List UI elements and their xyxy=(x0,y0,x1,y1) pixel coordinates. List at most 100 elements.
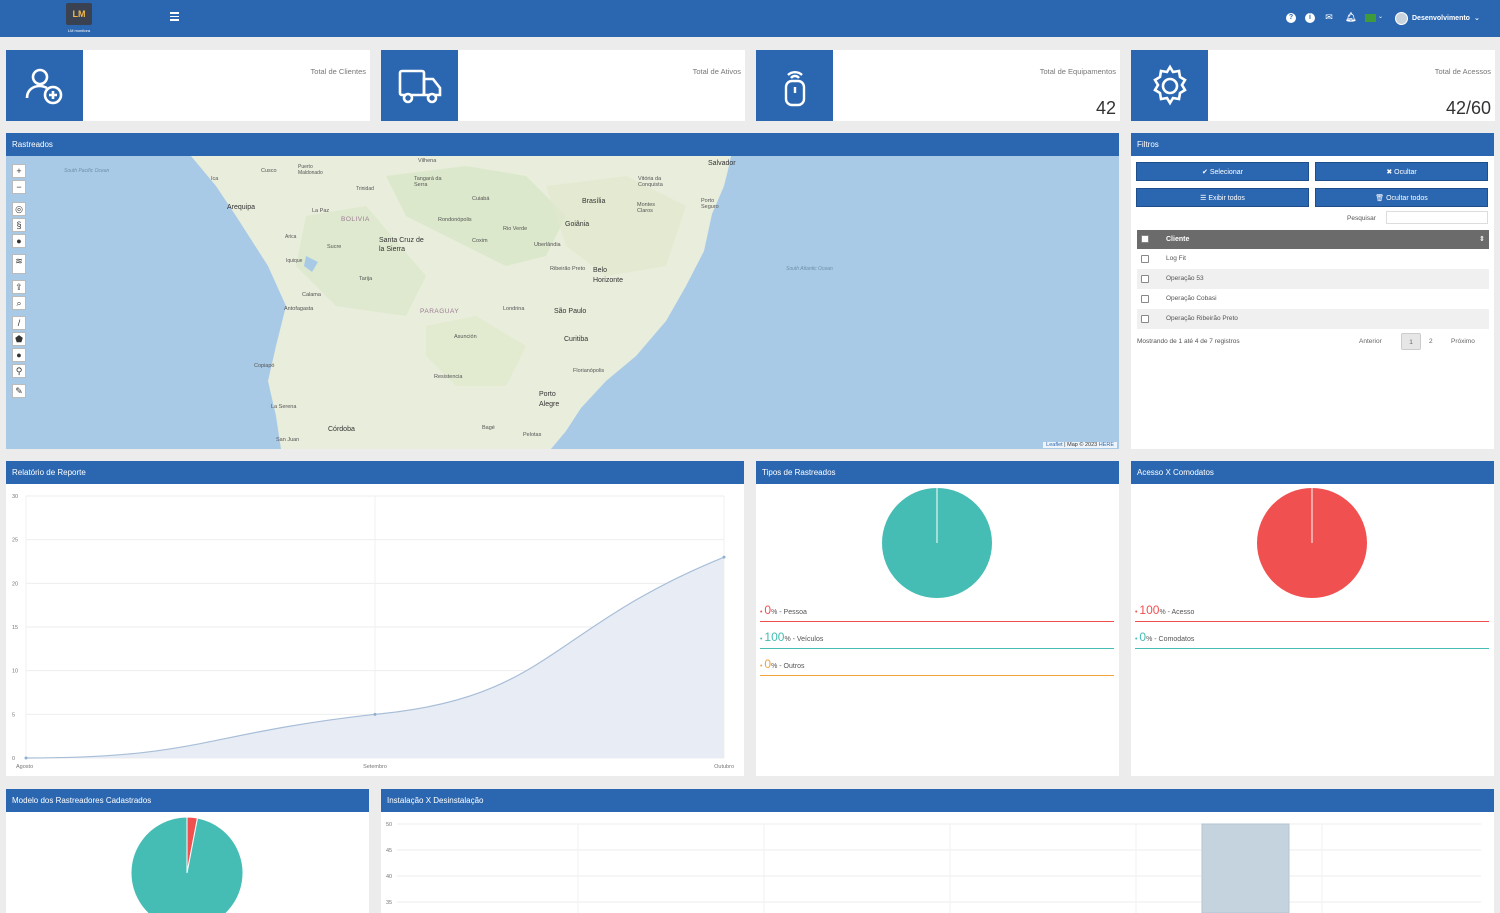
stat-value: 42/60 xyxy=(1445,98,1491,118)
map-label: La Serena xyxy=(271,404,297,410)
bell-icon[interactable]: 🔔︎ xyxy=(1345,12,1356,22)
app-logo[interactable]: LM LM monitora xyxy=(58,3,100,35)
here-link[interactable]: HERE xyxy=(1099,442,1114,448)
show-all-button[interactable]: ☰ Exibir todos xyxy=(1136,188,1309,207)
marker-icon[interactable]: ⚲ xyxy=(12,364,26,378)
column-cliente: Cliente xyxy=(1166,236,1190,243)
pagination-page-1[interactable]: 1 xyxy=(1401,333,1421,350)
map-label: PARAGUAY xyxy=(420,308,460,315)
row-client-name: Operação 53 xyxy=(1166,275,1204,282)
table-row[interactable]: Operação Cobasi xyxy=(1137,289,1489,309)
data-point xyxy=(373,712,377,716)
map-label: Córdoba xyxy=(328,426,355,433)
edit-icon[interactable]: ✎ xyxy=(12,384,26,398)
y-tick-label: 35 xyxy=(386,900,392,906)
avatar xyxy=(1395,11,1408,25)
user-name: Desenvolvimento xyxy=(1412,14,1470,22)
top-navbar: LM LM monitora ? i ✉ 🔔︎ ⌄ Desenvolviment… xyxy=(0,0,1500,37)
user-menu[interactable]: Desenvolvimento ⌄ xyxy=(1395,11,1480,25)
draw-line-icon[interactable]: / xyxy=(12,316,26,330)
draw-polygon-icon[interactable]: ⬟ xyxy=(12,332,26,346)
data-point xyxy=(722,555,726,559)
stat-card-ativos: Total de Ativos xyxy=(381,50,745,121)
select-all-checkbox[interactable] xyxy=(1141,235,1149,243)
attribution-text: | Map © 2023 xyxy=(1062,442,1099,448)
map-label: São Paulo xyxy=(554,308,587,315)
legend-line xyxy=(760,675,1114,676)
map-label: Belo Horizonte xyxy=(593,267,623,284)
y-tick-label: 20 xyxy=(12,581,18,587)
info-icon[interactable]: i xyxy=(1305,13,1315,23)
layers-icon[interactable]: ≋ xyxy=(12,254,26,274)
table-row[interactable]: Operação 53 xyxy=(1137,269,1489,289)
table-header[interactable]: Cliente ⇕ xyxy=(1137,230,1489,249)
row-checkbox[interactable] xyxy=(1141,315,1149,323)
upload-icon[interactable]: ⇪ xyxy=(12,280,26,294)
leaflet-link[interactable]: Leaflet xyxy=(1046,442,1063,448)
map-panel: Rastreados South Pacific Ocean South Atl… xyxy=(6,133,1119,449)
legend-dot: • xyxy=(1135,609,1138,616)
info-icon[interactable]: ● xyxy=(12,234,26,248)
search-input[interactable] xyxy=(1386,211,1488,224)
stat-card-clientes: Total de Clientes xyxy=(6,50,370,121)
map-label: Antofagasta xyxy=(284,306,314,312)
pagination-next[interactable]: Próximo xyxy=(1451,333,1475,350)
row-client-name: Operação Ribeirão Preto xyxy=(1166,315,1238,322)
map-label: Goiânia xyxy=(565,221,590,228)
legend-label: % - Acesso xyxy=(1159,609,1195,616)
help-icon[interactable]: ? xyxy=(1286,13,1296,23)
map-label: Tarija xyxy=(359,276,373,282)
row-checkbox[interactable] xyxy=(1141,255,1149,263)
legend-line xyxy=(1135,621,1489,622)
map-toolbar: + − ◎ § ● ≋ ⇪ ⌕ / ⬟ ● ⚲ ✎ xyxy=(12,164,26,400)
table-row[interactable]: Operação Ribeirão Preto xyxy=(1137,309,1489,329)
y-tick-label: 30 xyxy=(12,494,18,500)
hide-button[interactable]: ✖ Ocultar xyxy=(1315,162,1488,181)
add-user-icon xyxy=(6,50,83,121)
language-chevron-icon[interactable]: ⌄ xyxy=(1378,13,1383,20)
panel-title: Filtros xyxy=(1131,133,1494,156)
map-label: South Pacific Ocean xyxy=(64,168,110,174)
legend-dot: • xyxy=(760,636,763,643)
map-label: Cusco xyxy=(261,168,277,174)
pagination-page-2[interactable]: 2 xyxy=(1429,333,1433,350)
locate-icon[interactable]: ◎ xyxy=(12,202,26,216)
search-icon[interactable]: ⌕ xyxy=(12,296,26,310)
models-panel: Modelo dos Rastreadores Cadastrados xyxy=(6,789,369,913)
map-label: Coxim xyxy=(472,238,488,244)
install-panel: Instalação X Desinstalação 35 40 45 50 xyxy=(381,789,1494,913)
legend-item-outros: • 0% - Outros xyxy=(760,657,1114,676)
sort-icon[interactable]: ⇕ xyxy=(1479,230,1485,249)
map-label: Resistencia xyxy=(434,374,463,380)
table-row[interactable]: Log Fit xyxy=(1137,249,1489,269)
mail-icon[interactable]: ✉ xyxy=(1324,12,1334,22)
menu-toggle-icon[interactable] xyxy=(170,12,179,21)
legend-line xyxy=(760,621,1114,622)
zoom-out-button[interactable]: − xyxy=(12,180,26,194)
stat-label: Total de Clientes xyxy=(310,67,366,76)
y-tick-label: 40 xyxy=(386,874,392,880)
hide-all-button[interactable]: 🗑 Ocultar todos xyxy=(1315,188,1488,207)
select-button[interactable]: ✔ Selecionar xyxy=(1136,162,1309,181)
draw-circle-icon[interactable]: ● xyxy=(12,348,26,362)
access-panel: Acesso X Comodatos • 100% - Acesso • 0% … xyxy=(1131,461,1494,776)
stat-card-equipamentos: Total de Equipamentos 42 xyxy=(756,50,1120,121)
stat-label: Total de Equipamentos xyxy=(1039,67,1116,76)
report-area-chart: 0 5 10 15 20 25 30 Agosto Setembro Outubro xyxy=(12,494,734,770)
panel-title: Acesso X Comodatos xyxy=(1131,461,1494,484)
row-checkbox[interactable] xyxy=(1141,275,1149,283)
map-label: Cuiabá xyxy=(472,196,490,202)
map-canvas[interactable]: South Pacific Ocean South Atlantic Ocean… xyxy=(6,156,1119,449)
row-checkbox[interactable] xyxy=(1141,295,1149,303)
flag-icon[interactable] xyxy=(1365,14,1376,22)
route-icon[interactable]: § xyxy=(12,218,26,232)
legend-label: % - Pessoa xyxy=(771,609,807,616)
panel-title: Relatório de Reporte xyxy=(6,461,744,484)
pagination-prev[interactable]: Anterior xyxy=(1359,333,1382,350)
y-tick-label: 15 xyxy=(12,625,18,631)
legend-label: % - Outros xyxy=(771,663,805,670)
map-label: Londrina xyxy=(503,306,525,312)
zoom-in-button[interactable]: + xyxy=(12,164,26,178)
types-pie-chart xyxy=(882,488,992,598)
legend-dot: • xyxy=(760,663,763,670)
